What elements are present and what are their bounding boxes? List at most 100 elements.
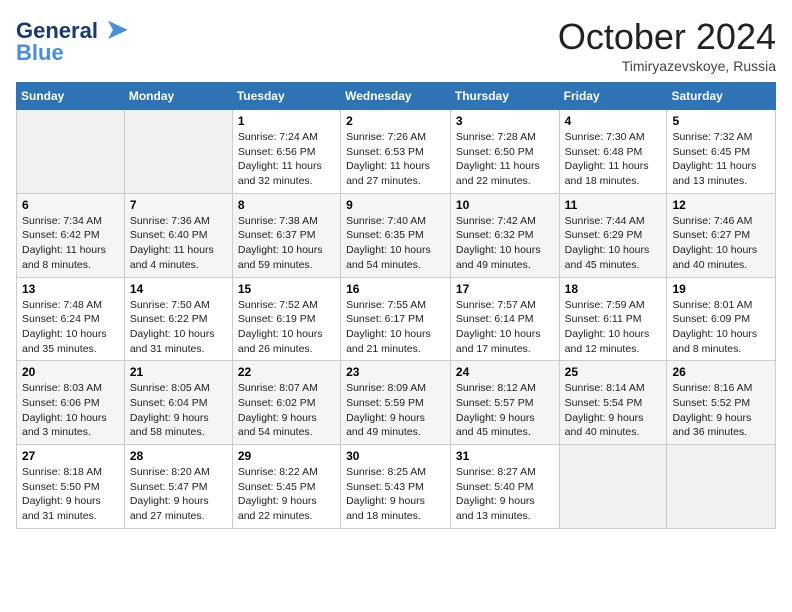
day-info: Sunrise: 8:27 AM Sunset: 5:40 PM Dayligh… xyxy=(456,465,554,524)
calendar-cell: 5 Sunrise: 7:32 AM Sunset: 6:45 PM Daylig… xyxy=(667,110,776,194)
day-number: 1 xyxy=(238,114,335,128)
day-info: Sunrise: 8:22 AM Sunset: 5:45 PM Dayligh… xyxy=(238,465,335,524)
day-info: Sunrise: 8:03 AM Sunset: 6:06 PM Dayligh… xyxy=(22,381,119,440)
weekday-header-tuesday: Tuesday xyxy=(232,83,340,110)
day-info: Sunrise: 7:40 AM Sunset: 6:35 PM Dayligh… xyxy=(346,214,445,273)
day-info: Sunrise: 8:18 AM Sunset: 5:50 PM Dayligh… xyxy=(22,465,119,524)
day-info: Sunrise: 8:14 AM Sunset: 5:54 PM Dayligh… xyxy=(565,381,662,440)
calendar-body: 1 Sunrise: 7:24 AM Sunset: 6:56 PM Daylig… xyxy=(17,110,776,529)
day-number: 7 xyxy=(130,198,227,212)
calendar-cell: 18 Sunrise: 7:59 AM Sunset: 6:11 PM Dayli… xyxy=(559,277,667,361)
weekday-header-row: SundayMondayTuesdayWednesdayThursdayFrid… xyxy=(17,83,776,110)
day-number: 4 xyxy=(565,114,662,128)
calendar-cell: 8Sunrise: 7:38 AM Sunset: 6:37 PM Daylig… xyxy=(232,193,340,277)
logo-blue: Blue xyxy=(16,42,128,64)
week-row-1: 1 Sunrise: 7:24 AM Sunset: 6:56 PM Daylig… xyxy=(17,110,776,194)
week-row-2: 6 Sunrise: 7:34 AM Sunset: 6:42 PM Daylig… xyxy=(17,193,776,277)
day-number: 9 xyxy=(346,198,445,212)
day-number: 19 xyxy=(672,282,770,296)
calendar-cell: 19 Sunrise: 8:01 AM Sunset: 6:09 PM Dayli… xyxy=(667,277,776,361)
weekday-header-thursday: Thursday xyxy=(450,83,559,110)
calendar-cell: 7 Sunrise: 7:36 AM Sunset: 6:40 PM Daylig… xyxy=(124,193,232,277)
day-info: Sunrise: 7:34 AM Sunset: 6:42 PM Dayligh… xyxy=(22,214,119,273)
day-number: 18 xyxy=(565,282,662,296)
day-info: Sunrise: 7:28 AM Sunset: 6:50 PM Dayligh… xyxy=(456,130,554,189)
day-info: Sunrise: 7:36 AM Sunset: 6:40 PM Dayligh… xyxy=(130,214,227,273)
calendar-cell: 29 Sunrise: 8:22 AM Sunset: 5:45 PM Dayli… xyxy=(232,445,340,529)
day-number: 29 xyxy=(238,449,335,463)
calendar-cell: 17 Sunrise: 7:57 AM Sunset: 6:14 PM Dayli… xyxy=(450,277,559,361)
day-info: Sunrise: 8:16 AM Sunset: 5:52 PM Dayligh… xyxy=(672,381,770,440)
logo-bird-icon: ➤ xyxy=(106,14,128,44)
calendar-table: SundayMondayTuesdayWednesdayThursdayFrid… xyxy=(16,82,776,529)
day-info: Sunrise: 7:44 AM Sunset: 6:29 PM Dayligh… xyxy=(565,214,662,273)
calendar-cell: 25 Sunrise: 8:14 AM Sunset: 5:54 PM Dayli… xyxy=(559,361,667,445)
day-number: 25 xyxy=(565,365,662,379)
day-number: 12 xyxy=(672,198,770,212)
calendar-cell: 30 Sunrise: 8:25 AM Sunset: 5:43 PM Dayli… xyxy=(341,445,451,529)
day-info: Sunrise: 7:52 AM Sunset: 6:19 PM Dayligh… xyxy=(238,298,335,357)
day-info: Sunrise: 7:46 AM Sunset: 6:27 PM Dayligh… xyxy=(672,214,770,273)
calendar-cell: 20 Sunrise: 8:03 AM Sunset: 6:06 PM Dayli… xyxy=(17,361,125,445)
calendar-cell: 27 Sunrise: 8:18 AM Sunset: 5:50 PM Dayli… xyxy=(17,445,125,529)
day-info: Sunrise: 7:59 AM Sunset: 6:11 PM Dayligh… xyxy=(565,298,662,357)
calendar-cell: 28Sunrise: 8:20 AM Sunset: 5:47 PM Dayli… xyxy=(124,445,232,529)
day-info: Sunrise: 8:09 AM Sunset: 5:59 PM Dayligh… xyxy=(346,381,445,440)
calendar-title-block: October 2024 Timiryazevskoye, Russia xyxy=(558,16,776,74)
day-number: 3 xyxy=(456,114,554,128)
calendar-cell: 21Sunrise: 8:05 AM Sunset: 6:04 PM Dayli… xyxy=(124,361,232,445)
day-number: 30 xyxy=(346,449,445,463)
day-info: Sunrise: 7:50 AM Sunset: 6:22 PM Dayligh… xyxy=(130,298,227,357)
day-number: 10 xyxy=(456,198,554,212)
day-number: 23 xyxy=(346,365,445,379)
calendar-cell: 1 Sunrise: 7:24 AM Sunset: 6:56 PM Daylig… xyxy=(232,110,340,194)
day-number: 2 xyxy=(346,114,445,128)
calendar-cell: 22Sunrise: 8:07 AM Sunset: 6:02 PM Dayli… xyxy=(232,361,340,445)
week-row-4: 20 Sunrise: 8:03 AM Sunset: 6:06 PM Dayli… xyxy=(17,361,776,445)
day-number: 27 xyxy=(22,449,119,463)
calendar-cell: 9 Sunrise: 7:40 AM Sunset: 6:35 PM Daylig… xyxy=(341,193,451,277)
day-number: 17 xyxy=(456,282,554,296)
day-info: Sunrise: 7:26 AM Sunset: 6:53 PM Dayligh… xyxy=(346,130,445,189)
calendar-cell: 23 Sunrise: 8:09 AM Sunset: 5:59 PM Dayli… xyxy=(341,361,451,445)
weekday-header-sunday: Sunday xyxy=(17,83,125,110)
day-info: Sunrise: 8:20 AM Sunset: 5:47 PM Dayligh… xyxy=(130,465,227,524)
day-info: Sunrise: 8:01 AM Sunset: 6:09 PM Dayligh… xyxy=(672,298,770,357)
day-number: 26 xyxy=(672,365,770,379)
day-info: Sunrise: 7:24 AM Sunset: 6:56 PM Dayligh… xyxy=(238,130,335,189)
weekday-header-friday: Friday xyxy=(559,83,667,110)
day-number: 20 xyxy=(22,365,119,379)
calendar-cell: 24Sunrise: 8:12 AM Sunset: 5:57 PM Dayli… xyxy=(450,361,559,445)
calendar-cell: 31 Sunrise: 8:27 AM Sunset: 5:40 PM Dayli… xyxy=(450,445,559,529)
calendar-cell: 4 Sunrise: 7:30 AM Sunset: 6:48 PM Daylig… xyxy=(559,110,667,194)
day-number: 21 xyxy=(130,365,227,379)
day-info: Sunrise: 8:25 AM Sunset: 5:43 PM Dayligh… xyxy=(346,465,445,524)
day-number: 31 xyxy=(456,449,554,463)
day-number: 8 xyxy=(238,198,335,212)
month-title: October 2024 xyxy=(558,16,776,58)
day-number: 15 xyxy=(238,282,335,296)
calendar-cell: 3 Sunrise: 7:28 AM Sunset: 6:50 PM Daylig… xyxy=(450,110,559,194)
calendar-cell: 6 Sunrise: 7:34 AM Sunset: 6:42 PM Daylig… xyxy=(17,193,125,277)
week-row-5: 27 Sunrise: 8:18 AM Sunset: 5:50 PM Dayli… xyxy=(17,445,776,529)
day-number: 5 xyxy=(672,114,770,128)
day-info: Sunrise: 7:32 AM Sunset: 6:45 PM Dayligh… xyxy=(672,130,770,189)
calendar-cell: 12 Sunrise: 7:46 AM Sunset: 6:27 PM Dayli… xyxy=(667,193,776,277)
day-info: Sunrise: 7:30 AM Sunset: 6:48 PM Dayligh… xyxy=(565,130,662,189)
calendar-cell: 15 Sunrise: 7:52 AM Sunset: 6:19 PM Dayli… xyxy=(232,277,340,361)
weekday-header-saturday: Saturday xyxy=(667,83,776,110)
day-info: Sunrise: 7:42 AM Sunset: 6:32 PM Dayligh… xyxy=(456,214,554,273)
calendar-cell xyxy=(124,110,232,194)
day-info: Sunrise: 7:48 AM Sunset: 6:24 PM Dayligh… xyxy=(22,298,119,357)
day-info: Sunrise: 7:57 AM Sunset: 6:14 PM Dayligh… xyxy=(456,298,554,357)
day-number: 24 xyxy=(456,365,554,379)
day-number: 6 xyxy=(22,198,119,212)
calendar-cell: 26 Sunrise: 8:16 AM Sunset: 5:52 PM Dayli… xyxy=(667,361,776,445)
weekday-header-wednesday: Wednesday xyxy=(341,83,451,110)
day-number: 13 xyxy=(22,282,119,296)
calendar-cell: 13 Sunrise: 7:48 AM Sunset: 6:24 PM Dayli… xyxy=(17,277,125,361)
calendar-cell: 14Sunrise: 7:50 AM Sunset: 6:22 PM Dayli… xyxy=(124,277,232,361)
page-header: General ➤ Blue October 2024 Timiryazevsk… xyxy=(16,16,776,74)
calendar-cell: 10 Sunrise: 7:42 AM Sunset: 6:32 PM Dayli… xyxy=(450,193,559,277)
day-number: 16 xyxy=(346,282,445,296)
